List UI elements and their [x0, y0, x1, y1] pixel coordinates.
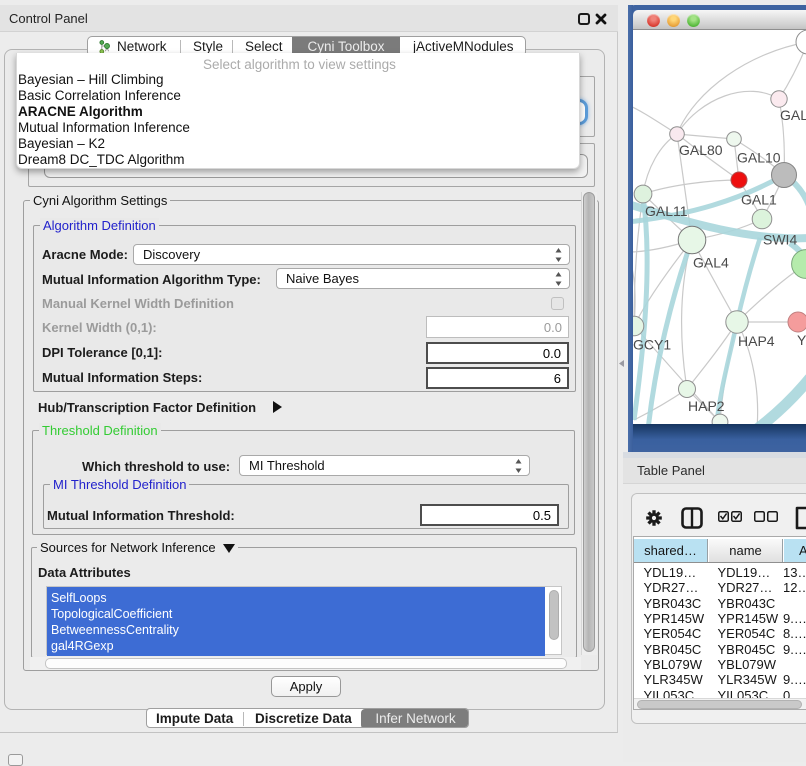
svg-text:GAL10: GAL10 [737, 150, 781, 166]
svg-text:GAL11: GAL11 [645, 203, 688, 219]
svg-text:GAL80: GAL80 [679, 142, 723, 158]
svg-text:Y: Y [797, 332, 806, 348]
svg-text:GAL4: GAL4 [693, 255, 729, 271]
svg-text:HAP2: HAP2 [688, 398, 725, 414]
svg-text:GAL1: GAL1 [741, 192, 777, 208]
svg-text:GCY1: GCY1 [633, 337, 671, 353]
svg-text:HAP4: HAP4 [738, 333, 775, 349]
svg-text:SWI4: SWI4 [763, 232, 797, 248]
svg-text:GAL7: GAL7 [780, 107, 806, 123]
